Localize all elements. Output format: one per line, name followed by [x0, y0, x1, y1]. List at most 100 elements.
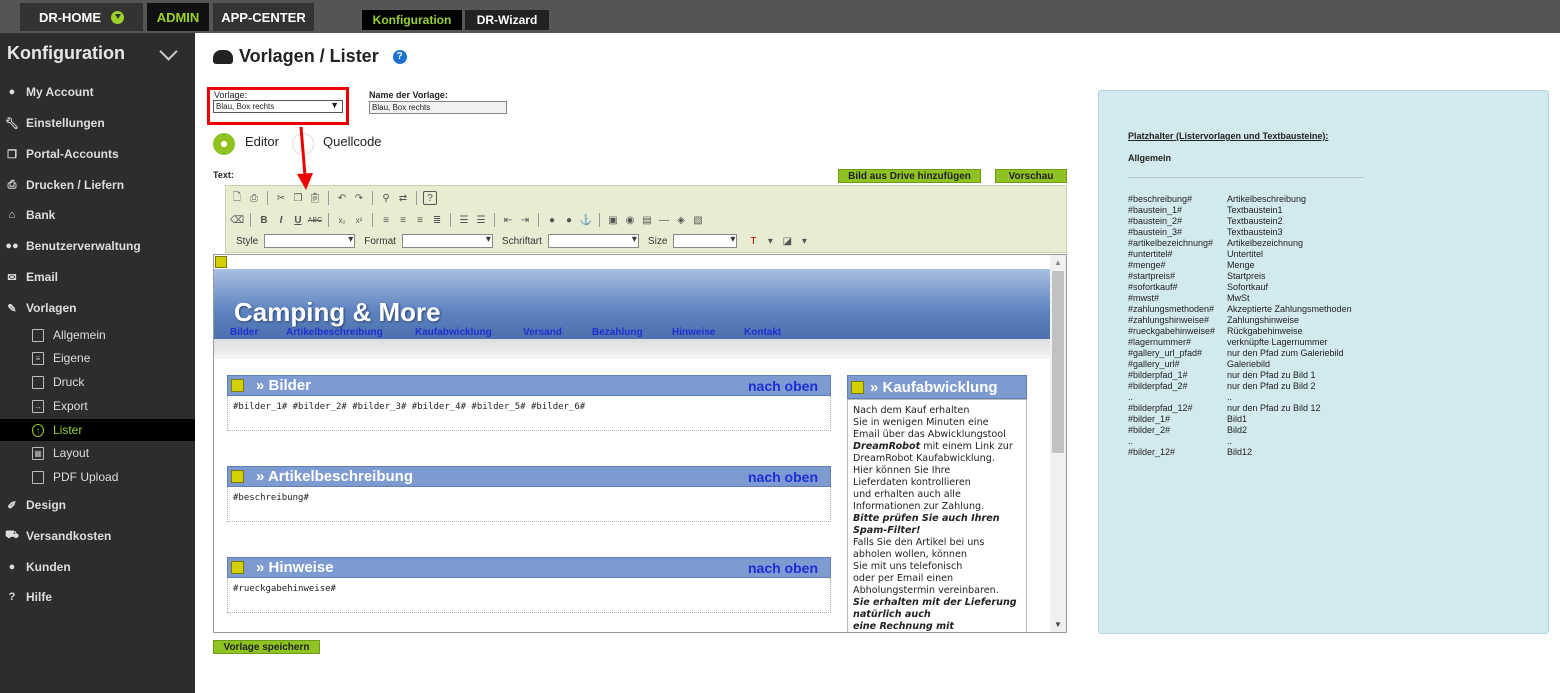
ordered-list-icon[interactable]: ☰: [457, 213, 471, 227]
scroll-up-icon[interactable]: ▲: [1054, 258, 1062, 267]
anchor-icon[interactable]: ⚓: [579, 213, 593, 227]
tab-admin[interactable]: ADMIN: [147, 3, 209, 31]
style-select[interactable]: [264, 234, 356, 248]
toolbar-divider: [267, 191, 268, 205]
flash-icon[interactable]: ◉: [623, 213, 637, 227]
sidebar-subitem-druck[interactable]: Druck: [0, 371, 195, 393]
subtab-konfiguration[interactable]: Konfiguration: [362, 10, 462, 30]
sidebar-subitem-layout[interactable]: ▦ Layout: [0, 442, 195, 464]
bullet-list-icon[interactable]: ☰: [474, 213, 488, 227]
image-icon[interactable]: ▣: [606, 213, 620, 227]
chevron-down-icon[interactable]: ▾: [797, 234, 811, 248]
sidebar-subitem-allgemein[interactable]: Allgemein: [0, 324, 195, 346]
sidebar-item-portal-accounts[interactable]: ❐ Portal-Accounts: [0, 142, 195, 166]
cut-icon[interactable]: ✂: [274, 191, 288, 205]
quellcode-radio[interactable]: [292, 133, 314, 155]
align-left-icon[interactable]: ≡: [379, 213, 393, 227]
print-icon[interactable]: ⎙: [247, 191, 261, 205]
undo-icon[interactable]: ↶: [335, 191, 349, 205]
editor-scrollbar[interactable]: ▲ ▼: [1050, 255, 1066, 632]
back-to-top-link[interactable]: nach oben: [748, 378, 818, 394]
nav-link-bilder[interactable]: Bilder: [230, 327, 258, 338]
toolbar-divider: [538, 213, 539, 227]
sidebar-item-drucken-liefern[interactable]: ⎙ Drucken / Liefern: [0, 173, 195, 197]
sidebar-subitem-pdf-upload[interactable]: PDF Upload: [0, 466, 195, 488]
name-input[interactable]: Blau, Box rechts: [369, 101, 507, 114]
placeholder-list: #beschreibung# Artikelbeschreibung #bauste…: [1128, 194, 1352, 458]
help-icon[interactable]: ?: [392, 49, 407, 64]
nav-link-hinweise[interactable]: Hinweise: [672, 327, 715, 338]
align-center-icon[interactable]: ≡: [396, 213, 410, 227]
scroll-down-icon[interactable]: ▼: [1054, 620, 1062, 629]
sidebar-subitem-lister[interactable]: ↑ Lister: [0, 419, 195, 441]
paste-icon[interactable]: 📋︎: [308, 191, 322, 205]
sidebar-item-einstellungen[interactable]: 🔧︎ Einstellungen: [0, 111, 195, 135]
back-to-top-link[interactable]: nach oben: [748, 469, 818, 485]
align-right-icon[interactable]: ≡: [413, 213, 427, 227]
nav-link-kontakt[interactable]: Kontakt: [744, 327, 781, 338]
redo-icon[interactable]: ↷: [352, 191, 366, 205]
nav-link-bezahlung[interactable]: Bezahlung: [592, 327, 643, 338]
editor-content[interactable]: Camping & More Bilder Artikelbeschreibun…: [213, 254, 1067, 633]
align-justify-icon[interactable]: ≣: [430, 213, 444, 227]
sidebar-subitem-label: Allgemein: [53, 328, 106, 342]
back-to-top-link[interactable]: nach oben: [748, 560, 818, 576]
editor-radio[interactable]: [213, 133, 235, 155]
superscript-icon[interactable]: x²: [352, 213, 366, 227]
sidebar-item-email[interactable]: ✉ Email: [0, 265, 195, 289]
sidebar-item-benutzerverwaltung[interactable]: ●● Benutzerverwaltung: [0, 234, 195, 258]
horizontal-rule-icon[interactable]: —: [657, 213, 671, 227]
sidebar-item-hilfe[interactable]: ? Hilfe: [0, 585, 195, 609]
placeholder-description: Textbaustein3: [1227, 227, 1283, 237]
sidebar-subitem-export[interactable]: → Export: [0, 395, 195, 417]
nav-link-versand[interactable]: Versand: [523, 327, 562, 338]
iframe-icon[interactable]: ▧: [691, 213, 705, 227]
sidebar-item-design[interactable]: ✐ Design: [0, 493, 195, 517]
size-select[interactable]: [673, 234, 738, 248]
sidebar-item-bank[interactable]: ⌂ Bank: [0, 203, 195, 227]
find-icon[interactable]: ⚲: [379, 191, 393, 205]
nav-link-artikelbeschreibung[interactable]: Artikelbeschreibung: [286, 327, 383, 338]
sidebar-subitem-label: Layout: [53, 446, 90, 460]
link-icon[interactable]: ●: [545, 213, 559, 227]
strikethrough-icon[interactable]: ABC: [308, 213, 322, 227]
format-select[interactable]: [401, 234, 493, 248]
subtab-dr-wizard[interactable]: DR-Wizard: [465, 10, 549, 30]
side-box-line-text: Informationen zur Zahlung.: [853, 501, 985, 512]
scroll-thumb[interactable]: [1052, 271, 1064, 453]
help-icon[interactable]: ?: [423, 191, 437, 205]
sidebar-item-kunden[interactable]: ● Kunden: [0, 555, 195, 579]
preview-button[interactable]: Vorschau: [995, 169, 1067, 183]
add-drive-image-button[interactable]: Bild aus Drive hinzufügen: [838, 169, 981, 183]
tab-dr-home[interactable]: DR-HOME: [20, 3, 143, 31]
copy-icon[interactable]: ❐: [291, 191, 305, 205]
table-icon[interactable]: ▤: [640, 213, 654, 227]
replace-icon[interactable]: ⇄: [396, 191, 410, 205]
save-template-button[interactable]: Vorlage speichern: [213, 640, 320, 654]
eraser-icon[interactable]: ⌫: [230, 213, 244, 227]
placeholder-description: Startpreis: [1227, 271, 1266, 281]
tab-app-center[interactable]: APP-CENTER: [213, 3, 314, 31]
quellcode-radio-label: Quellcode: [323, 134, 382, 149]
chevron-down-icon[interactable]: ▾: [763, 234, 777, 248]
font-select[interactable]: [547, 234, 639, 248]
underline-icon[interactable]: U: [291, 213, 305, 227]
unlink-icon[interactable]: ●: [562, 213, 576, 227]
text-color-icon[interactable]: T: [746, 234, 760, 248]
special-char-icon[interactable]: ◈: [674, 213, 688, 227]
outdent-icon[interactable]: ⇤: [501, 213, 515, 227]
preview-icon[interactable]: 🗋︎: [230, 191, 244, 205]
sidebar-item-versandkosten[interactable]: ⛟ Versandkosten: [0, 524, 195, 548]
nav-link-kaufabwicklung[interactable]: Kaufabwicklung: [415, 327, 492, 338]
indent-icon[interactable]: ⇥: [518, 213, 532, 227]
table-icon: ▦: [32, 446, 44, 460]
background-color-icon[interactable]: ◪: [780, 234, 794, 248]
sidebar-subitem-eigene[interactable]: ≡ Eigene: [0, 347, 195, 369]
sidebar-item-vorlagen[interactable]: ✎ Vorlagen: [0, 296, 195, 320]
italic-icon[interactable]: I: [274, 213, 288, 227]
placeholder-key: #bilderpfad_2#: [1128, 381, 1188, 391]
sidebar-item-my-account[interactable]: ● My Account: [0, 80, 195, 104]
chevron-down-icon[interactable]: [159, 42, 178, 61]
subscript-icon[interactable]: x₂: [335, 213, 349, 227]
bold-icon[interactable]: B: [257, 213, 271, 227]
